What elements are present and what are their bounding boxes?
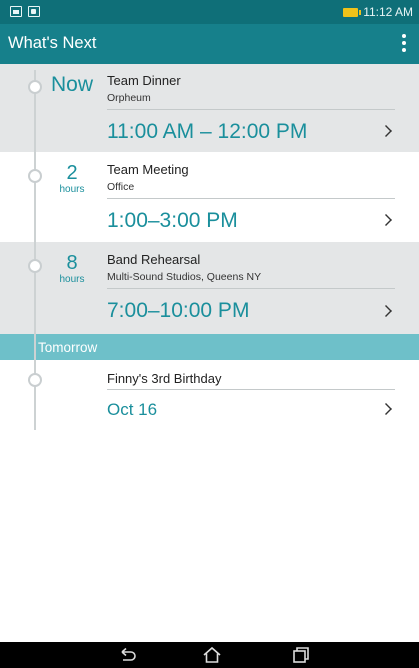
event-time: 1:00–3:00 PM [107,209,238,232]
event-location: Office [107,181,135,193]
calendar-notification-icon [28,6,40,17]
timeline-dot [28,169,42,183]
divider [107,288,395,289]
event-when: Now [46,74,98,96]
event-when: 2 hours [46,162,98,195]
overflow-menu-icon[interactable] [397,32,411,54]
recent-apps-icon[interactable] [289,645,313,665]
section-header-tomorrow: Tomorrow [0,334,419,360]
event-card-birthday[interactable]: Finny's 3rd Birthday Oct 16 [0,360,419,432]
event-card-team-dinner[interactable]: Now Team Dinner Orpheum 11:00 AM – 12:00… [0,64,419,152]
event-location: Orpheum [107,92,151,104]
divider [107,389,395,390]
divider [107,198,395,199]
battery-charging-icon [343,7,362,17]
event-date: Oct 16 [107,400,158,419]
event-title: Team Dinner [107,73,181,88]
home-icon[interactable] [200,645,224,665]
event-title: Team Meeting [107,162,189,177]
timeline-dot [28,259,42,273]
page-title: What's Next [8,34,97,52]
timeline-dot [28,373,42,387]
status-bar: 11:12 AM [0,0,419,24]
clock: 11:12 AM [363,5,413,19]
event-card-team-meeting[interactable]: 2 hours Team Meeting Office 1:00–3:00 PM [0,152,419,242]
event-when-unit: hours [59,274,85,285]
chevron-right-icon[interactable] [380,125,392,137]
event-time: 11:00 AM – 12:00 PM [107,120,308,143]
navigation-bar [0,642,419,668]
event-when: 8 hours [46,252,98,285]
event-card-band-rehearsal[interactable]: 8 hours Band Rehearsal Multi-Sound Studi… [0,242,419,334]
event-when-unit: hours [59,184,85,195]
event-when-value: 2 [66,162,78,184]
chevron-right-icon[interactable] [380,305,392,317]
event-title: Finny's 3rd Birthday [107,371,222,386]
event-location: Multi-Sound Studios, Queens NY [107,271,262,283]
event-list: Now Team Dinner Orpheum 11:00 AM – 12:00… [0,64,419,642]
event-time: 7:00–10:00 PM [107,299,250,322]
notification-icons [10,6,40,17]
back-icon[interactable] [116,645,140,665]
event-when-value: 8 [66,252,78,274]
app-bar: What's Next [0,24,419,64]
chevron-right-icon[interactable] [380,214,392,226]
event-title: Band Rehearsal [107,252,201,267]
timeline-dot [28,80,42,94]
status-right: 11:12 AM [343,5,413,19]
event-when-value: Now [50,73,93,96]
chevron-right-icon[interactable] [380,403,392,415]
divider [107,109,395,110]
gallery-notification-icon [10,6,22,17]
